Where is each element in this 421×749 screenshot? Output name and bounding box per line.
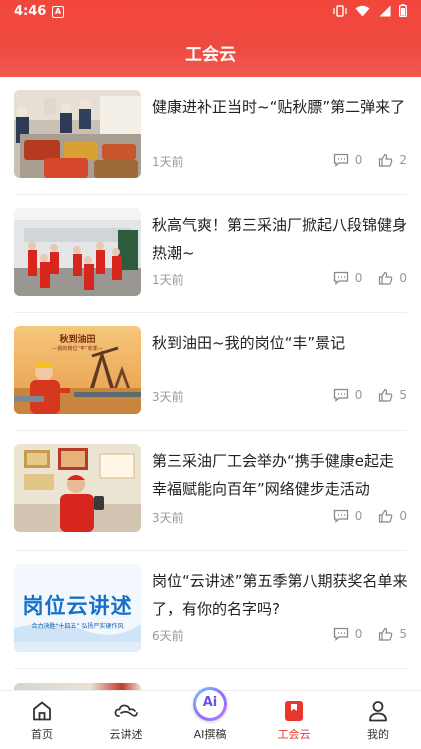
- like-icon[interactable]: [378, 509, 393, 523]
- like-count: 2: [399, 153, 407, 167]
- page-title: 工会云: [185, 45, 236, 65]
- comment-icon[interactable]: [333, 271, 349, 285]
- notification-icon: A: [52, 6, 64, 18]
- article-thumbnail: [14, 208, 141, 296]
- comment-icon[interactable]: [333, 388, 349, 402]
- article-title: 第三采油厂工会举办“携手健康e起走 幸福赋能向百年”网络健步走活动: [152, 452, 395, 498]
- tab-label: 云讲述: [109, 728, 143, 741]
- tab-label: 工会云: [277, 728, 311, 741]
- article-thumbnail: [14, 683, 141, 690]
- article-thumbnail: [14, 444, 141, 532]
- article-item[interactable]: 秋到油田 —我的岗位“丰”收季— 秋到油田~我的岗位“丰”景记: [0, 313, 421, 431]
- comment-count: 0: [354, 509, 363, 523]
- wifi-icon: [355, 5, 370, 16]
- status-bar: 4:46 A: [0, 0, 421, 24]
- tab-mine[interactable]: 我的: [336, 691, 420, 749]
- like-icon[interactable]: [378, 627, 393, 641]
- article-time: 3天前: [152, 390, 184, 404]
- article-stats: 0 0: [333, 509, 407, 523]
- article-stats: 0 2: [333, 153, 407, 167]
- tab-label: 我的: [367, 728, 389, 741]
- thumb-subtitle: —我的岗位“丰”收季—: [52, 346, 103, 352]
- article-title: 秋到油田~我的岗位“丰”景记: [152, 334, 346, 352]
- like-icon[interactable]: [378, 388, 393, 402]
- comment-count: 0: [354, 153, 363, 167]
- article-thumbnail: 秋到油田 —我的岗位“丰”收季—: [14, 326, 141, 414]
- article-list[interactable]: 健康进补正当时~“贴秋膘”第二弹来了 1天前 0 2 秋高气爽！第三采油厂掀起八…: [0, 77, 421, 690]
- article-title: 岗位“云讲述”第五季第八期获奖名单来了，有你的名字吗?: [152, 572, 408, 618]
- article-item[interactable]: 健康进补正当时~“贴秋膘”第二弹来了 1天前 0 2: [0, 77, 421, 195]
- home-icon: [33, 701, 51, 721]
- tab-label: AI撰稿: [193, 728, 227, 741]
- status-time: 4:46: [14, 4, 47, 19]
- article-stats: 0 0: [333, 271, 407, 285]
- like-icon[interactable]: [378, 271, 393, 285]
- article-time: 1天前: [152, 273, 184, 287]
- article-item[interactable]: 岗位云讲述 合力决胜“十四五” 弘扬严实硬作风 岗位“云讲述”第五季第八期获奖名…: [0, 551, 421, 669]
- comment-count: 0: [354, 271, 363, 285]
- article-time: 1天前: [152, 155, 184, 169]
- tab-label: 首页: [31, 728, 53, 741]
- tab-cloud-talk[interactable]: 云讲述: [84, 691, 168, 749]
- signal-icon: [379, 5, 391, 16]
- divider: [14, 668, 407, 669]
- article-title: 秋高气爽！第三采油厂掀起八段锦健身热潮~: [152, 216, 408, 262]
- tab-union-cloud[interactable]: 工会云: [252, 691, 336, 749]
- article-thumbnail: [14, 90, 141, 178]
- article-thumbnail: 岗位云讲述 合力决胜“十四五” 弘扬严实硬作风: [14, 564, 141, 652]
- app-header: 4:46 A 工会云: [0, 0, 421, 77]
- article-title: 健康进补正当时~“贴秋膘”第二弹来了: [152, 98, 406, 116]
- bookmark-icon: [285, 701, 303, 721]
- like-count: 0: [399, 509, 407, 523]
- article-stats: 0 5: [333, 627, 407, 641]
- comment-icon[interactable]: [333, 509, 349, 523]
- thumb-title: 岗位云讲述: [22, 594, 133, 618]
- like-count: 0: [399, 271, 407, 285]
- status-icons: [333, 4, 407, 17]
- ai-icon: Ai: [193, 687, 227, 721]
- thumb-title: 秋到油田: [59, 335, 96, 345]
- comment-count: 0: [354, 388, 363, 402]
- tab-home[interactable]: 首页: [0, 691, 84, 749]
- cloud-icon: [114, 704, 138, 717]
- article-time: 3天前: [152, 511, 184, 525]
- comment-icon[interactable]: [333, 627, 349, 641]
- ai-badge: Ai: [202, 695, 218, 710]
- article-stats: 0 5: [333, 388, 407, 402]
- tab-ai-writing[interactable]: Ai AI撰稿: [168, 687, 252, 749]
- like-icon[interactable]: [378, 153, 393, 167]
- thumb-subtitle: 合力决胜“十四五” 弘扬严实硬作风: [31, 623, 124, 630]
- like-count: 5: [399, 388, 407, 402]
- vibrate-icon: [333, 4, 347, 17]
- battery-icon: [399, 4, 407, 17]
- comment-count: 0: [354, 627, 363, 641]
- like-count: 5: [399, 627, 407, 641]
- article-item[interactable]: 秋高气爽！第三采油厂掀起八段锦健身热潮~ 1天前 0 0: [0, 195, 421, 313]
- user-icon: [369, 701, 387, 722]
- comment-icon[interactable]: [333, 153, 349, 167]
- article-time: 6天前: [152, 629, 184, 643]
- article-item[interactable]: 第三采油厂工会举办“携手健康e起走 幸福赋能向百年”网络健步走活动 3天前 0 …: [0, 431, 421, 551]
- bottom-tab-bar: 首页 云讲述 Ai AI撰稿 工会云 我的: [0, 687, 421, 749]
